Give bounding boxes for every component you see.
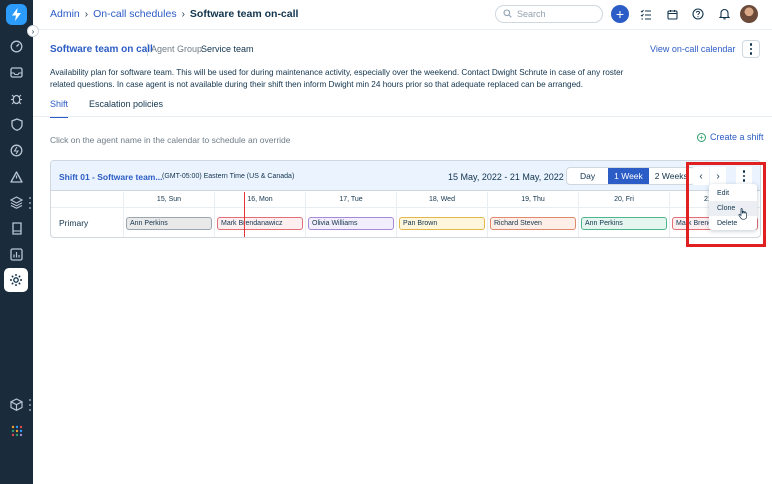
search-input[interactable]: Search [495,5,603,23]
add-new-button[interactable]: + [611,5,629,23]
agent-group-label: Agent Group [151,44,203,54]
agent-shift-chip[interactable]: Pan Brown [399,217,485,230]
view-day-button[interactable]: Day [567,168,608,184]
page-title: Software team on call [50,44,153,55]
inbox-icon[interactable] [8,64,25,81]
agent-shift-chip[interactable]: Ann Perkins [126,217,212,230]
search-placeholder: Search [517,9,546,19]
shift-card-header: Shift 01 - Software team... (GMT-05:00) … [51,161,760,191]
cube-icon[interactable] [8,396,25,413]
previous-week-button[interactable]: ‹ [693,167,709,185]
day-header: 16, Mon [214,192,305,208]
chevron-right-icon: › [181,8,185,20]
chevron-left-icon: ‹ [699,170,703,182]
agent-shift-chip[interactable]: Richard Steven [490,217,576,230]
menu-item-clone[interactable]: Clone [709,201,757,216]
shift-name[interactable]: Shift 01 - Software team... [59,172,162,182]
agent-shift-chip[interactable]: Mark Brendanawicz [217,217,303,230]
shift-more-options-button[interactable] [736,167,752,185]
chevron-right-icon: › [716,170,720,182]
agent-shift-chip[interactable]: Ann Perkins [581,217,667,230]
breadcrumb-current: Software team on-call [189,8,299,20]
view-2-weeks-button[interactable]: 2 Weeks [649,168,694,184]
agent-group-value: Service team [201,44,254,54]
menu-item-delete[interactable]: Delete [709,216,757,231]
search-icon [503,8,512,20]
breadcrumb-on-call-schedules[interactable]: On-call schedules [93,8,176,20]
day-header-row: 15, Sun 16, Mon 17, Tue 18, Wed 19, Thu … [51,192,760,208]
more-menu-icon[interactable] [28,399,32,411]
top-bar: Admin › On-call schedules › Software tea… [33,0,772,30]
override-hint: Click on the agent name in the calendar … [50,135,291,145]
chevron-right-icon: › [84,8,89,20]
knowledge-base-icon[interactable] [8,220,25,237]
alert-icon[interactable] [8,168,25,185]
next-week-button[interactable]: › [710,167,726,185]
current-time-indicator [244,192,245,237]
create-shift-label: Create a shift [710,132,764,142]
view-toggle: Day 1 Week 2 Weeks [566,167,695,185]
user-avatar[interactable] [740,5,758,23]
day-header: 19, Thu [487,192,578,208]
create-shift-button[interactable]: + Create a shift [697,132,764,142]
calendar-icon[interactable] [665,7,679,21]
changes-icon[interactable] [8,142,25,159]
date-range: 15 May, 2022 - 21 May, 2022 [448,172,564,182]
shift-timezone: (GMT-05:00) Eastern Time (US & Canada) [162,173,295,180]
pointer-cursor-icon [738,207,748,225]
tasks-icon[interactable] [639,7,653,21]
day-header: 15, Sun [123,192,214,208]
title-divider [147,43,148,56]
shield-icon[interactable] [8,116,25,133]
layers-icon[interactable] [8,194,25,211]
day-header: 17, Tue [305,192,396,208]
menu-item-edit[interactable]: Edit [709,186,757,201]
app-logo-icon[interactable] [6,4,27,25]
app-switcher-icon[interactable] [8,422,25,439]
notifications-bell-icon[interactable] [717,7,731,21]
left-navigation [0,0,33,484]
shift-options-menu: Edit Clone Delete [709,184,757,230]
breadcrumb-admin[interactable]: Admin [50,8,80,20]
rotation-row-label: Primary [59,218,89,228]
dashboard-icon[interactable] [8,38,25,55]
reports-icon[interactable] [8,246,25,263]
shift-card: Shift 01 - Software team... (GMT-05:00) … [50,160,761,238]
view-on-call-calendar-link[interactable]: View on-call calendar [650,44,735,54]
help-icon[interactable] [691,7,705,21]
day-header: 20, Fri [578,192,669,208]
agent-shift-chip[interactable]: Olivia Williams [308,217,394,230]
page-more-options-button[interactable] [742,40,760,58]
more-vertical-icon [742,170,746,182]
collapse-nav-button[interactable]: › [27,25,39,37]
more-menu-icon[interactable] [28,197,32,209]
more-vertical-icon [749,43,753,55]
schedule-description: Availability plan for software team. Thi… [50,68,624,89]
day-header: 18, Wed [396,192,487,208]
view-1-week-button[interactable]: 1 Week [608,168,649,184]
bug-icon[interactable] [8,90,25,107]
breadcrumb: Admin › On-call schedules › Software tea… [50,8,298,20]
tabs-divider [33,116,772,117]
admin-settings-icon[interactable] [4,268,28,292]
plus-circle-icon: + [697,132,706,142]
